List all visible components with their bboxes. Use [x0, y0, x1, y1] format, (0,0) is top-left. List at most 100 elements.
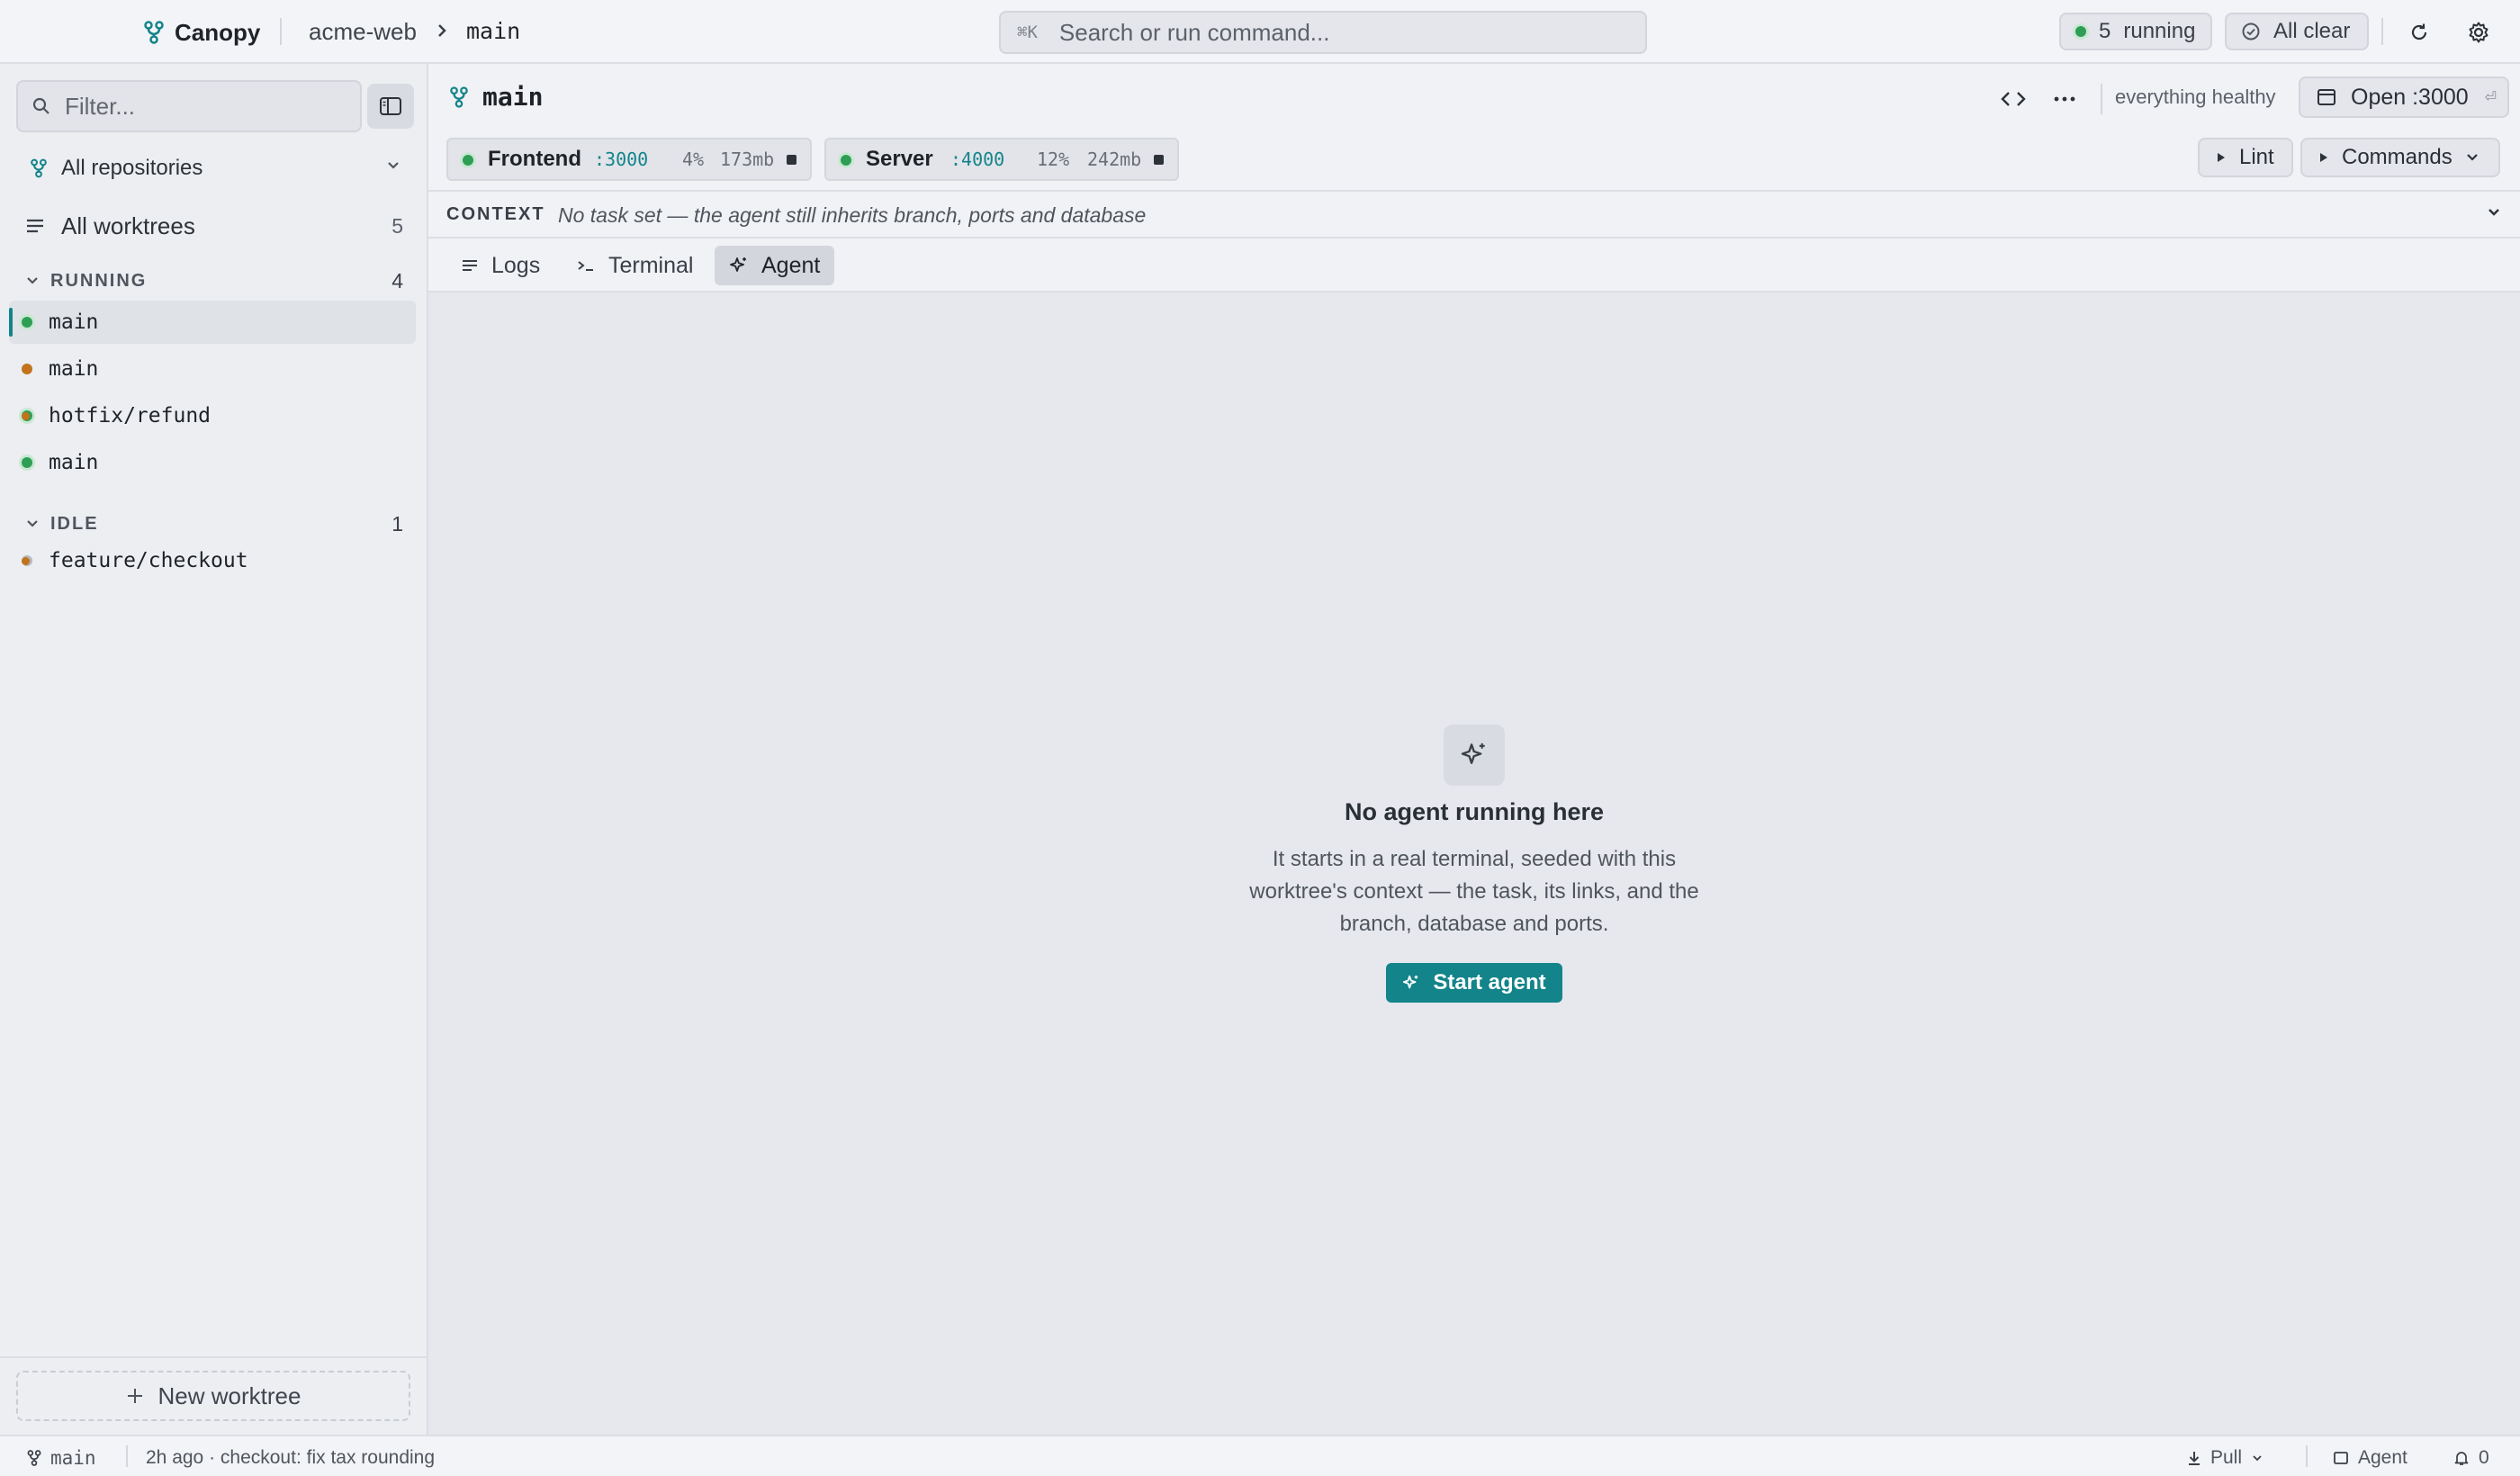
- running-label: running: [2123, 19, 2196, 43]
- status-branch-name: main: [50, 1447, 96, 1469]
- group-header-running[interactable]: RUNNING 4: [25, 267, 403, 294]
- running-count: 5: [2099, 19, 2111, 43]
- new-worktree-label: New worktree: [158, 1382, 302, 1409]
- branch-icon: [450, 86, 468, 108]
- chevron-down-icon[interactable]: [2486, 206, 2502, 219]
- plus-icon: [126, 1387, 144, 1405]
- group-label: IDLE: [50, 513, 99, 534]
- stop-icon[interactable]: [1154, 155, 1164, 165]
- command-search[interactable]: ⌘K: [999, 11, 1647, 54]
- status-dot-running: [22, 457, 32, 468]
- worktree-item-main[interactable]: main: [9, 441, 416, 484]
- play-icon: [2318, 151, 2329, 164]
- chevron-down-icon: [2465, 152, 2480, 163]
- status-dot-running: [463, 155, 473, 166]
- agent-label: Agent: [2358, 1447, 2408, 1468]
- worktree-name: main: [49, 451, 99, 474]
- bell-icon: [2453, 1450, 2470, 1466]
- process-memory: 242mb: [1087, 148, 1142, 170]
- settings-button[interactable]: [2461, 14, 2497, 50]
- tab-terminal[interactable]: Terminal: [562, 246, 707, 285]
- pull-button[interactable]: Pull: [2187, 1447, 2264, 1469]
- divider: [2381, 18, 2383, 45]
- worktree-title: main: [482, 82, 544, 112]
- process-port[interactable]: :3000: [594, 148, 648, 170]
- new-worktree-button[interactable]: New worktree: [16, 1371, 410, 1421]
- repository-select[interactable]: All repositories: [31, 150, 401, 186]
- process-name: Server: [866, 147, 933, 171]
- worktree-item-hotfix-refund[interactable]: hotfix/refund: [9, 394, 416, 437]
- divider: [280, 18, 282, 45]
- start-agent-button[interactable]: Start agent: [1386, 963, 1562, 1003]
- notification-count: 0: [2479, 1447, 2489, 1468]
- more-options-button[interactable]: [2047, 81, 2083, 117]
- process-chip-frontend[interactable]: Frontend :3000 4% 173mb: [446, 138, 812, 181]
- worktree-name: main: [49, 310, 99, 334]
- process-memory: 173mb: [720, 148, 775, 170]
- status-branch[interactable]: main: [27, 1447, 96, 1469]
- divider: [0, 1356, 427, 1358]
- refresh-button[interactable]: [2401, 14, 2437, 50]
- worktree-item-main[interactable]: main: [9, 347, 416, 391]
- group-label: RUNNING: [50, 270, 148, 291]
- filter-box[interactable]: [16, 80, 362, 132]
- context-bar[interactable]: CONTEXT No task set — the agent still in…: [428, 190, 2520, 238]
- uncommitted-changes-dot: [22, 412, 30, 420]
- status-label: All clear: [2273, 19, 2351, 43]
- worktree-item-feature-checkout[interactable]: feature/checkout: [9, 539, 416, 582]
- process-cpu: 12%: [1037, 148, 1070, 170]
- search-input[interactable]: [1058, 18, 1563, 47]
- all-clear-badge[interactable]: All clear: [2225, 13, 2369, 50]
- play-icon: [2216, 151, 2227, 164]
- tab-agent[interactable]: Agent: [715, 246, 835, 285]
- open-preview-button[interactable]: Open :3000 ⏎: [2299, 76, 2509, 118]
- search-icon: [32, 97, 50, 115]
- description-line: branch, database and ports.: [1339, 912, 1609, 936]
- terminal-icon: [576, 258, 596, 273]
- last-commit: 2h ago · checkout: fix tax rounding: [146, 1447, 435, 1469]
- chevron-down-icon: [25, 518, 40, 529]
- worktree-item-main[interactable]: main: [9, 301, 416, 344]
- last-commit-text: 2h ago · checkout: fix tax rounding: [146, 1447, 436, 1468]
- app-brand[interactable]: Canopy: [144, 18, 260, 47]
- commands-button[interactable]: Commands: [2300, 138, 2500, 177]
- notifications-button[interactable]: 0: [2453, 1447, 2489, 1469]
- process-port[interactable]: :4000: [950, 148, 1004, 170]
- empty-state-description: It starts in a real terminal, seeded wit…: [428, 843, 2520, 940]
- group-count: 4: [392, 268, 403, 292]
- open-preview-label: Open :3000: [2351, 84, 2469, 110]
- tab-bar: Logs Terminal Agent: [428, 238, 2520, 292]
- group-count: 1: [392, 511, 403, 536]
- health-status: everything healthy: [2115, 86, 2276, 108]
- tab-logs[interactable]: Logs: [446, 246, 554, 285]
- agent-status-button[interactable]: Agent: [2333, 1447, 2408, 1469]
- worktree-name: main: [49, 357, 99, 381]
- tab-label: Terminal: [608, 252, 694, 278]
- sidebar-panel-icon: [379, 96, 402, 116]
- check-circle-icon: [2241, 22, 2261, 41]
- sidebar: All repositories All worktrees 5 RUNNING…: [0, 64, 428, 1435]
- context-label: CONTEXT: [446, 204, 545, 224]
- branch-icon: [31, 158, 47, 178]
- toggle-sidebar-button[interactable]: [367, 84, 414, 129]
- lint-button[interactable]: Lint: [2198, 138, 2293, 177]
- breadcrumb-repo[interactable]: acme-web: [309, 18, 417, 45]
- group-header-idle[interactable]: IDLE 1: [25, 510, 403, 537]
- stop-icon[interactable]: [787, 155, 796, 165]
- chevron-down-icon: [2251, 1454, 2264, 1462]
- breadcrumb-branch[interactable]: main: [466, 18, 520, 45]
- start-agent-label: Start agent: [1433, 970, 1546, 994]
- sparkle-icon: [1460, 741, 1489, 770]
- uncommitted-changes-dot: [22, 557, 30, 565]
- list-icon: [25, 218, 45, 234]
- divider: [2101, 84, 2102, 114]
- process-chip-server[interactable]: Server :4000 12% 242mb: [824, 138, 1179, 181]
- worktree-name: feature/checkout: [49, 549, 248, 572]
- open-in-editor-button[interactable]: [1995, 81, 2031, 117]
- divider: [126, 1445, 128, 1467]
- all-worktrees-item[interactable]: All worktrees 5: [25, 208, 403, 244]
- running-count-badge[interactable]: 5 running: [2059, 13, 2212, 50]
- repository-select-label: All repositories: [61, 156, 203, 180]
- enter-key-icon: ⏎: [2484, 90, 2497, 105]
- filter-input[interactable]: [65, 92, 335, 121]
